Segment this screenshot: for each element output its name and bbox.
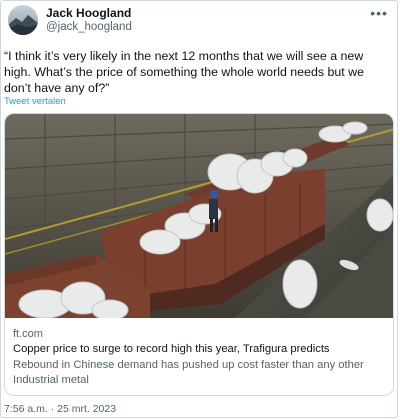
author-handle[interactable]: @jack_hoogland [46,21,132,33]
tweet-text: “I think it’s very likely in the next 12… [4,49,364,95]
card-title: Copper price to surge to record high thi… [13,343,330,355]
translate-tweet-link[interactable]: Tweet vertalen [4,96,66,107]
link-card[interactable]: ft.com Copper price to surge to record h… [4,113,394,396]
tweet-timestamp[interactable]: 7:56 a.m. · 25 mrt. 2023 [4,403,116,415]
card-description: Rebound in Chinese demand has pushed up … [13,359,364,386]
card-image[interactable] [5,114,393,321]
avatar[interactable] [8,5,38,35]
card-domain: ft.com [13,328,43,340]
more-horizontal-icon[interactable]: ••• [370,5,388,21]
author-name[interactable]: Jack Hoogland [46,6,131,20]
